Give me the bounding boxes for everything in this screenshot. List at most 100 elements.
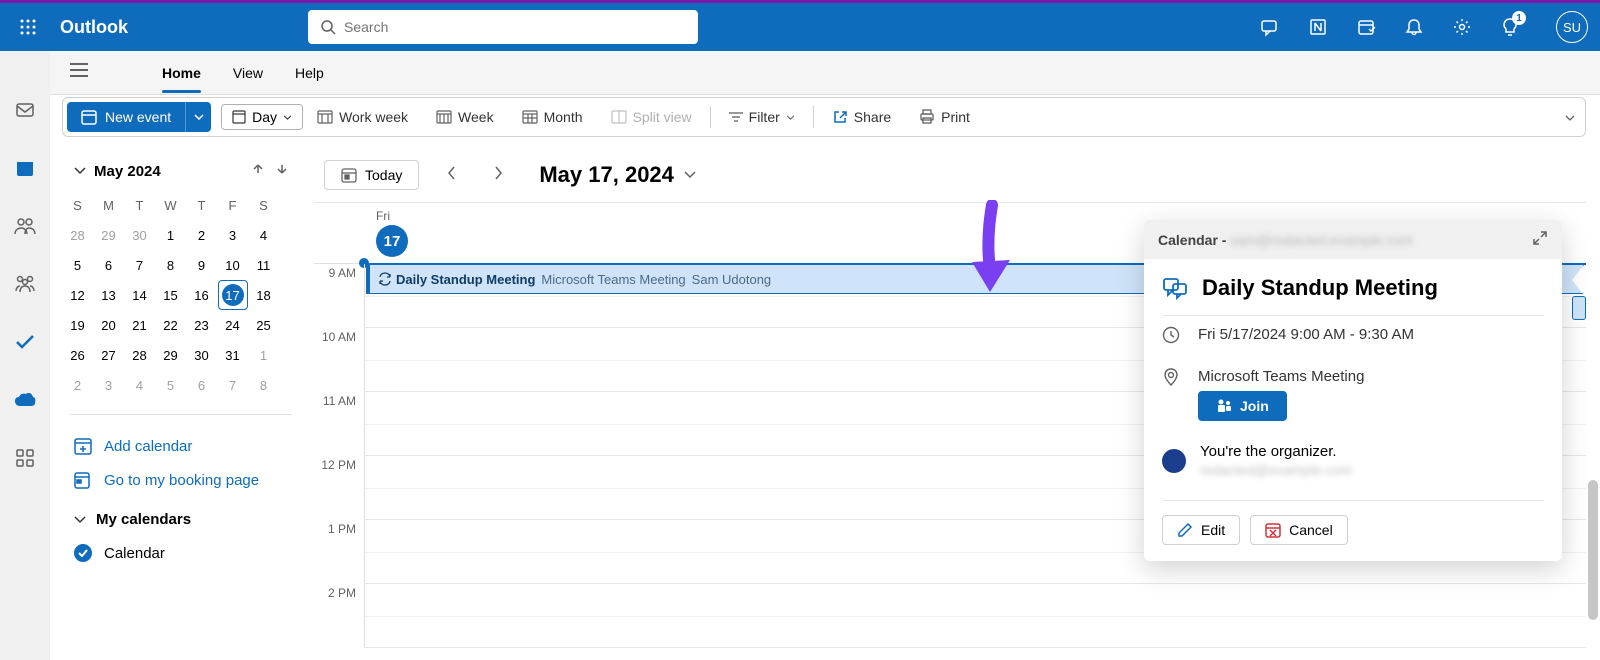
mini-calendar-day[interactable]: 9 bbox=[186, 250, 217, 280]
account-avatar[interactable]: SU bbox=[1556, 11, 1588, 43]
mini-calendar-day[interactable]: 31 bbox=[217, 340, 248, 370]
week-button[interactable]: Week bbox=[422, 109, 508, 125]
mini-calendar-day[interactable]: 7 bbox=[124, 250, 155, 280]
date-title[interactable]: May 17, 2024 bbox=[539, 162, 696, 188]
mini-calendar-day[interactable]: 23 bbox=[186, 310, 217, 340]
toolbar-overflow-icon[interactable] bbox=[1559, 108, 1581, 126]
today-button[interactable]: Today bbox=[324, 160, 419, 190]
mini-calendar-day[interactable]: 20 bbox=[93, 310, 124, 340]
cancel-button[interactable]: Cancel bbox=[1250, 515, 1348, 545]
next-day-button[interactable] bbox=[484, 162, 513, 189]
search-box[interactable] bbox=[308, 10, 698, 44]
mini-calendar-day[interactable]: 4 bbox=[124, 370, 155, 400]
print-button[interactable]: Print bbox=[905, 109, 984, 125]
mini-calendar-day[interactable]: 2 bbox=[186, 220, 217, 250]
mini-calendar-day[interactable]: 18 bbox=[248, 280, 279, 310]
mail-rail-icon[interactable] bbox=[14, 99, 36, 121]
month-button[interactable]: Month bbox=[508, 109, 597, 125]
mini-calendar-day[interactable]: 15 bbox=[155, 280, 186, 310]
booking-page-link[interactable]: Go to my booking page bbox=[62, 463, 300, 497]
share-button[interactable]: Share bbox=[818, 109, 905, 125]
mini-calendar-day[interactable]: 8 bbox=[155, 250, 186, 280]
mini-calendar-day[interactable]: 1 bbox=[248, 340, 279, 370]
mini-calendar-day[interactable]: 30 bbox=[186, 340, 217, 370]
prev-day-button[interactable] bbox=[437, 162, 466, 189]
month-picker[interactable]: May 2024 bbox=[74, 163, 161, 180]
mini-calendar-day[interactable]: 14 bbox=[124, 280, 155, 310]
mini-calendar-day[interactable]: 3 bbox=[93, 370, 124, 400]
mini-calendar-day[interactable]: 25 bbox=[248, 310, 279, 340]
mini-calendar-day[interactable]: 4 bbox=[248, 220, 279, 250]
mini-calendar-day[interactable]: 28 bbox=[124, 340, 155, 370]
expand-icon[interactable] bbox=[1532, 230, 1548, 249]
tips-icon[interactable]: 1 bbox=[1500, 17, 1520, 37]
calendar-checkbox-icon[interactable] bbox=[74, 544, 92, 562]
toolbar-divider bbox=[710, 106, 711, 128]
hour-label: 10 AM bbox=[314, 328, 364, 392]
mini-calendar-day[interactable]: 5 bbox=[155, 370, 186, 400]
calendar-today-icon bbox=[341, 167, 357, 183]
groups-rail-icon[interactable] bbox=[14, 273, 36, 295]
mini-calendar-day[interactable]: 3 bbox=[217, 220, 248, 250]
new-event-button[interactable]: New event bbox=[67, 102, 185, 132]
tab-help[interactable]: Help bbox=[295, 53, 324, 93]
onenote-icon[interactable] bbox=[1308, 17, 1328, 37]
join-button[interactable]: Join bbox=[1198, 391, 1287, 421]
mini-calendar-day[interactable]: 28 bbox=[62, 220, 93, 250]
teams-icon bbox=[1216, 398, 1232, 414]
teams-chat-icon[interactable] bbox=[1260, 17, 1280, 37]
tab-home[interactable]: Home bbox=[162, 53, 201, 93]
mini-calendar-day[interactable]: 8 bbox=[248, 370, 279, 400]
mini-calendar-day[interactable]: 19 bbox=[62, 310, 93, 340]
more-apps-rail-icon[interactable] bbox=[14, 447, 36, 469]
scrollbar-thumb[interactable] bbox=[1588, 480, 1598, 620]
mini-calendar-day[interactable]: 13 bbox=[93, 280, 124, 310]
calendar-rail-icon[interactable] bbox=[14, 157, 36, 179]
mini-calendar-day[interactable]: 10 bbox=[217, 250, 248, 280]
mini-calendar-day[interactable]: 12 bbox=[62, 280, 93, 310]
my-day-icon[interactable] bbox=[1356, 17, 1376, 37]
todo-rail-icon[interactable] bbox=[14, 331, 36, 353]
view-day-button[interactable]: Day bbox=[221, 104, 303, 130]
brand-title: Outlook bbox=[60, 17, 128, 38]
mini-calendar-day[interactable]: 27 bbox=[93, 340, 124, 370]
settings-icon[interactable] bbox=[1452, 17, 1472, 37]
new-event-dropdown[interactable] bbox=[185, 102, 211, 132]
mini-calendar-day[interactable]: 16 bbox=[186, 280, 217, 310]
edit-button[interactable]: Edit bbox=[1162, 515, 1240, 545]
mini-calendar-day[interactable]: 22 bbox=[155, 310, 186, 340]
day-view-icon bbox=[232, 110, 246, 124]
add-calendar-link[interactable]: Add calendar bbox=[62, 429, 300, 463]
mini-calendar-day[interactable]: 24 bbox=[217, 310, 248, 340]
hamburger-icon[interactable] bbox=[70, 63, 88, 82]
mini-calendar-day[interactable]: 1 bbox=[155, 220, 186, 250]
mini-calendar-day[interactable]: 11 bbox=[248, 250, 279, 280]
mini-calendar-day[interactable]: 6 bbox=[186, 370, 217, 400]
onedrive-rail-icon[interactable] bbox=[14, 389, 36, 411]
notifications-icon[interactable] bbox=[1404, 17, 1424, 37]
next-month-icon[interactable] bbox=[276, 162, 288, 180]
event-continuation-strip[interactable] bbox=[1572, 296, 1586, 320]
work-week-button[interactable]: Work week bbox=[303, 109, 422, 125]
my-calendars-section[interactable]: My calendars bbox=[62, 497, 300, 536]
mini-calendar-day[interactable]: 26 bbox=[62, 340, 93, 370]
filter-button[interactable]: Filter bbox=[715, 109, 809, 125]
mini-calendar-day[interactable]: 29 bbox=[93, 220, 124, 250]
mini-calendar-day[interactable]: 6 bbox=[93, 250, 124, 280]
mini-calendar-day[interactable]: 30 bbox=[124, 220, 155, 250]
organizer-avatar bbox=[1162, 449, 1186, 473]
hour-cell[interactable] bbox=[364, 584, 1586, 648]
mini-calendar-day[interactable]: 2 bbox=[62, 370, 93, 400]
prev-month-icon[interactable] bbox=[252, 162, 264, 180]
people-rail-icon[interactable] bbox=[14, 215, 36, 237]
app-launcher-icon[interactable] bbox=[12, 11, 44, 43]
calendar-item[interactable]: Calendar bbox=[62, 536, 300, 570]
mini-calendar-day[interactable]: 17 bbox=[217, 280, 248, 310]
tab-view[interactable]: View bbox=[233, 53, 263, 93]
split-view-button[interactable]: Split view bbox=[597, 109, 706, 125]
mini-calendar-day[interactable]: 5 bbox=[62, 250, 93, 280]
search-input[interactable] bbox=[344, 19, 686, 35]
mini-calendar-day[interactable]: 7 bbox=[217, 370, 248, 400]
mini-calendar-day[interactable]: 29 bbox=[155, 340, 186, 370]
mini-calendar-day[interactable]: 21 bbox=[124, 310, 155, 340]
